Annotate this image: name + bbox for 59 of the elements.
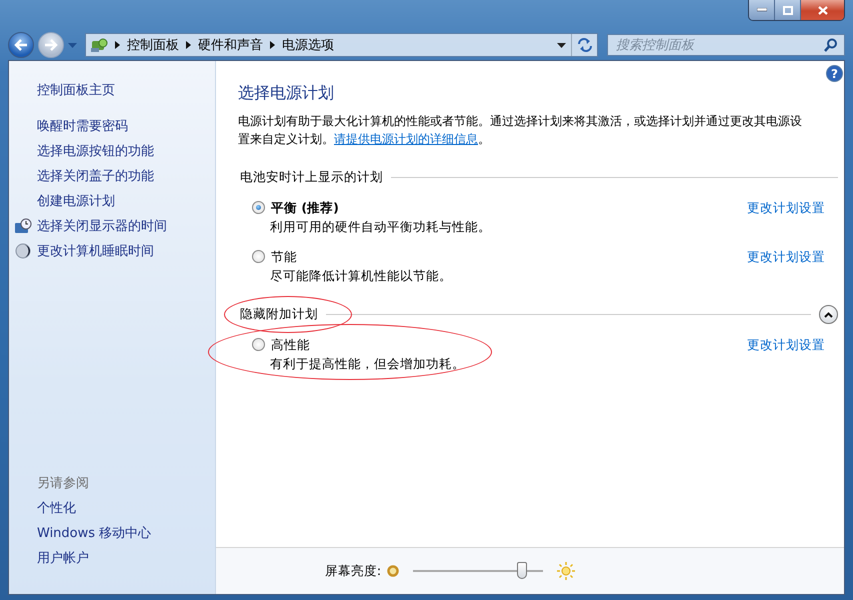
breadcrumb-arrow-icon[interactable] [270, 41, 275, 49]
radio-button[interactable] [252, 250, 265, 263]
chevron-up-icon [824, 312, 833, 318]
control-panel-icon [90, 37, 108, 53]
page-title: 选择电源计划 [238, 83, 335, 104]
refresh-arrows-icon [576, 38, 592, 52]
plan-name[interactable]: 节能 [271, 247, 452, 266]
brightness-slider[interactable] [413, 561, 544, 581]
moon-icon [15, 242, 31, 258]
sidebar-link[interactable]: 更改计算机睡眠时间 [9, 238, 215, 263]
close-button[interactable] [801, 0, 844, 20]
minimize-button[interactable] [749, 0, 775, 20]
plan-description: 尽可能降低计算机性能以节能。 [270, 267, 452, 285]
sidebar-link[interactable]: 唤醒时需要密码 [9, 113, 215, 138]
sidebar-link[interactable]: 选择电源按钮的功能 [9, 138, 215, 163]
details-link[interactable]: 请提供电源计划的详细信息 [334, 132, 478, 146]
radio-button[interactable] [252, 201, 265, 214]
search-field[interactable]: 搜索控制面板 [607, 34, 845, 56]
sidebar-link[interactable]: Windows 移动中心 [9, 520, 215, 545]
back-arrow-icon [14, 39, 28, 51]
close-icon [818, 6, 828, 14]
sidebar-link[interactable]: 用户帐户 [9, 545, 215, 570]
monitor-clock-icon [15, 218, 32, 234]
breadcrumb-item[interactable]: 控制面板 [127, 36, 179, 54]
plan-name[interactable]: 高性能 [271, 335, 465, 354]
address-bar[interactable]: 控制面板 硬件和声音 电源选项 [85, 33, 598, 57]
dim-sun-icon [387, 565, 400, 577]
change-plan-settings-link[interactable]: 更改计划设置 [747, 247, 825, 266]
breadcrumb-arrow-icon[interactable] [115, 41, 120, 49]
back-button[interactable] [8, 32, 34, 58]
brightness-label: 屏幕亮度: [324, 562, 382, 580]
breadcrumb-arrow-icon[interactable] [186, 41, 191, 49]
change-plan-settings-link[interactable]: 更改计划设置 [747, 198, 825, 217]
plan-description: 有利于提高性能，但会增加功耗。 [270, 355, 465, 373]
slider-thumb[interactable] [517, 562, 528, 579]
collapse-button[interactable] [819, 305, 838, 324]
bright-sun-icon [557, 562, 576, 580]
plan-name[interactable]: 平衡 (推荐) [271, 198, 491, 217]
forward-arrow-icon [44, 39, 58, 51]
dropdown-caret-icon[interactable] [556, 42, 566, 48]
change-plan-settings-link[interactable]: 更改计划设置 [747, 335, 825, 354]
description-text: 电源计划有助于最大化计算机的性能或者节能。通过选择计划来将其激活，或选择计划并通过更改其电源设置来自定义计划。请提供电源计划的详细信息。 [238, 113, 803, 148]
sidebar-link[interactable]: 选择关闭盖子的功能 [9, 163, 215, 188]
minimize-icon [756, 8, 766, 12]
maximize-icon [782, 6, 792, 14]
sidebar-link[interactable]: 选择关闭显示器的时间 [9, 213, 215, 238]
search-icon[interactable] [823, 38, 839, 52]
see-also-heading: 另请参阅 [36, 474, 90, 492]
section-heading: 电池安时计上显示的计划 [240, 169, 383, 184]
breadcrumb-item[interactable]: 电源选项 [282, 36, 334, 54]
sidebar-link[interactable]: 控制面板主页 [9, 77, 215, 102]
sidebar-link[interactable]: 创建电源计划 [9, 188, 215, 213]
maximize-button[interactable] [775, 0, 801, 20]
section-heading: 隐藏附加计划 [240, 306, 318, 321]
plan-description: 利用可用的硬件自动平衡功耗与性能。 [270, 218, 491, 236]
help-button[interactable]: ? [826, 65, 843, 82]
breadcrumb-item[interactable]: 硬件和声音 [198, 36, 263, 54]
sidebar-link[interactable]: 个性化 [9, 495, 215, 520]
radio-button[interactable] [252, 338, 265, 351]
